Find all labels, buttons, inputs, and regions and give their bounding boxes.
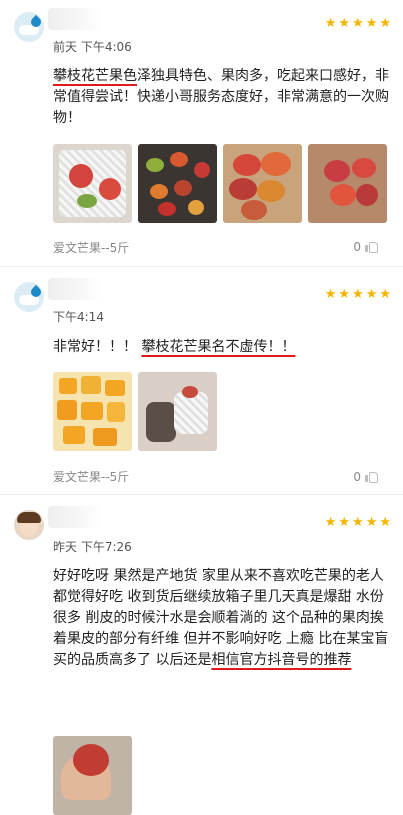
review-date: 前天 下午4:06 (53, 40, 132, 54)
star-icon: ★ (324, 287, 337, 302)
highlighted-text: 攀枝花芒果名不虚传！！ (141, 339, 296, 355)
review-image[interactable] (138, 372, 217, 451)
star-icon: ★ (352, 287, 364, 302)
like-button[interactable]: 0 (353, 240, 378, 254)
review-divider (0, 266, 403, 267)
review-image[interactable] (138, 144, 217, 223)
star-icon: ★ (324, 515, 337, 530)
user-avatar[interactable] (14, 510, 44, 540)
star-icon: ★ (379, 16, 391, 31)
review-image[interactable] (308, 144, 387, 223)
thumbs-up-icon (365, 471, 378, 483)
avatar-hair-shape (17, 512, 41, 523)
like-button[interactable]: 0 (353, 470, 378, 484)
review-text: 非常好！！！ 攀枝花芒果名不虚传！！ (53, 337, 393, 358)
like-count: 0 (353, 240, 361, 254)
review-image[interactable] (53, 372, 132, 451)
product-variant: 爱文芒果--5斤 (53, 241, 130, 255)
review-item: ★ ★ ★ ★ ★ 前天 下午4:06 攀枝花芒果色泽独具特色、果肉多，吃起来口… (0, 0, 403, 262)
star-icon: ★ (352, 16, 364, 31)
star-icon: ★ (365, 16, 378, 31)
review-text-body: 非常好！！！ (53, 339, 142, 355)
review-text: 好好吃呀 果然是产地货 家里从来不喜欢吃芒果的老人都觉得好吃 收到货后继续放箱子… (53, 566, 393, 671)
star-icon: ★ (379, 287, 391, 302)
star-icon: ★ (365, 287, 378, 302)
review-image[interactable] (223, 144, 302, 223)
review-text: 攀枝花芒果色泽独具特色、果肉多，吃起来口感好，非常值得尝试！快递小哥服务态度好，… (53, 66, 393, 129)
rating-stars: ★ ★ ★ ★ ★ (325, 516, 391, 529)
username-blurred (48, 278, 102, 300)
review-date: 昨天 下午7:26 (53, 540, 132, 554)
review-item: ★ ★ ★ ★ ★ 昨天 下午7:26 好好吃呀 果然是产地货 家里从来不喜欢吃… (0, 496, 403, 815)
review-images (53, 372, 217, 451)
user-avatar[interactable] (14, 12, 44, 42)
review-images (53, 144, 387, 223)
star-icon: ★ (365, 515, 378, 530)
rating-stars: ★ ★ ★ ★ ★ (325, 288, 391, 301)
review-divider (0, 494, 403, 495)
review-image[interactable] (53, 144, 132, 223)
username-blurred (48, 8, 102, 30)
review-item: ★ ★ ★ ★ ★ 下午4:14 非常好！！！ 攀枝花芒果名不虚传！！ 爱文芒果… (0, 268, 403, 494)
star-icon: ★ (324, 16, 337, 31)
product-variant: 爱文芒果--5斤 (53, 470, 130, 484)
thumbs-up-icon (365, 241, 378, 253)
highlighted-text: 相信官方抖音号的推荐 (211, 652, 352, 668)
user-avatar[interactable] (14, 282, 44, 312)
star-icon: ★ (352, 515, 364, 530)
star-icon: ★ (338, 287, 351, 302)
star-icon: ★ (379, 515, 391, 530)
star-icon: ★ (338, 515, 351, 530)
star-icon: ★ (338, 16, 351, 31)
rating-stars: ★ ★ ★ ★ ★ (325, 17, 391, 30)
review-date: 下午4:14 (53, 310, 104, 324)
like-count: 0 (353, 470, 361, 484)
username-blurred (48, 506, 102, 528)
highlighted-text: 攀枝花芒果色 (53, 68, 137, 84)
